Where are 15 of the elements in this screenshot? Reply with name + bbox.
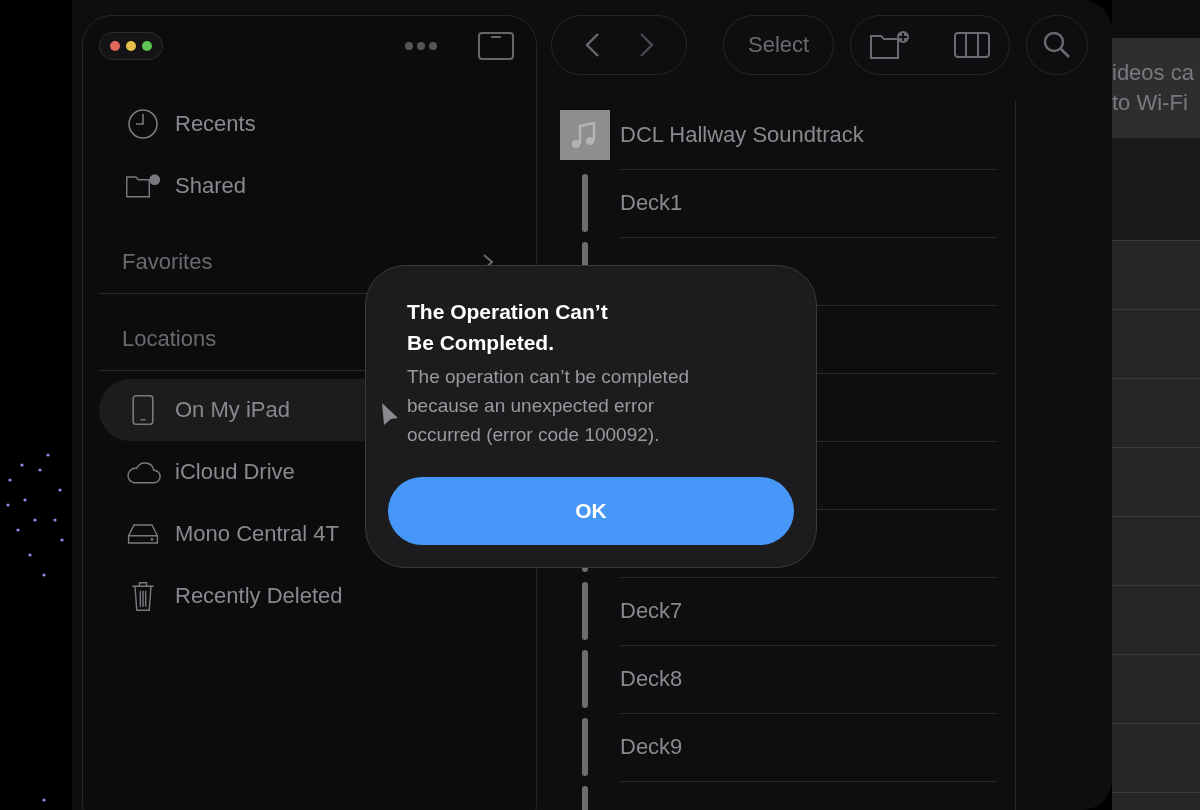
file-name[interactable]: Deck9: [620, 712, 997, 782]
background-text: to Wi-Fi: [1112, 90, 1189, 116]
background-text: ideos ca: [1112, 60, 1195, 86]
file-name[interactable]: Deck8: [620, 644, 997, 714]
section-header[interactable]: Locations: [122, 326, 217, 352]
sidebar-item[interactable]: Shared: [99, 155, 514, 217]
file-name[interactable]: DCL Hallway Soundtrack: [620, 100, 997, 170]
ok-button[interactable]: OK: [388, 477, 794, 545]
select-button[interactable]: Select: [723, 15, 835, 75]
alert-title: The Operation Can’t Be Completed.: [407, 299, 609, 356]
section-header[interactable]: Favorites: [122, 249, 213, 275]
file-name[interactable]: Deck1: [620, 168, 997, 238]
file-name[interactable]: Deck7: [620, 576, 997, 646]
sidebar-item[interactable]: Recents: [99, 93, 514, 155]
sidebar-item[interactable]: Recently Deleted: [99, 565, 514, 627]
